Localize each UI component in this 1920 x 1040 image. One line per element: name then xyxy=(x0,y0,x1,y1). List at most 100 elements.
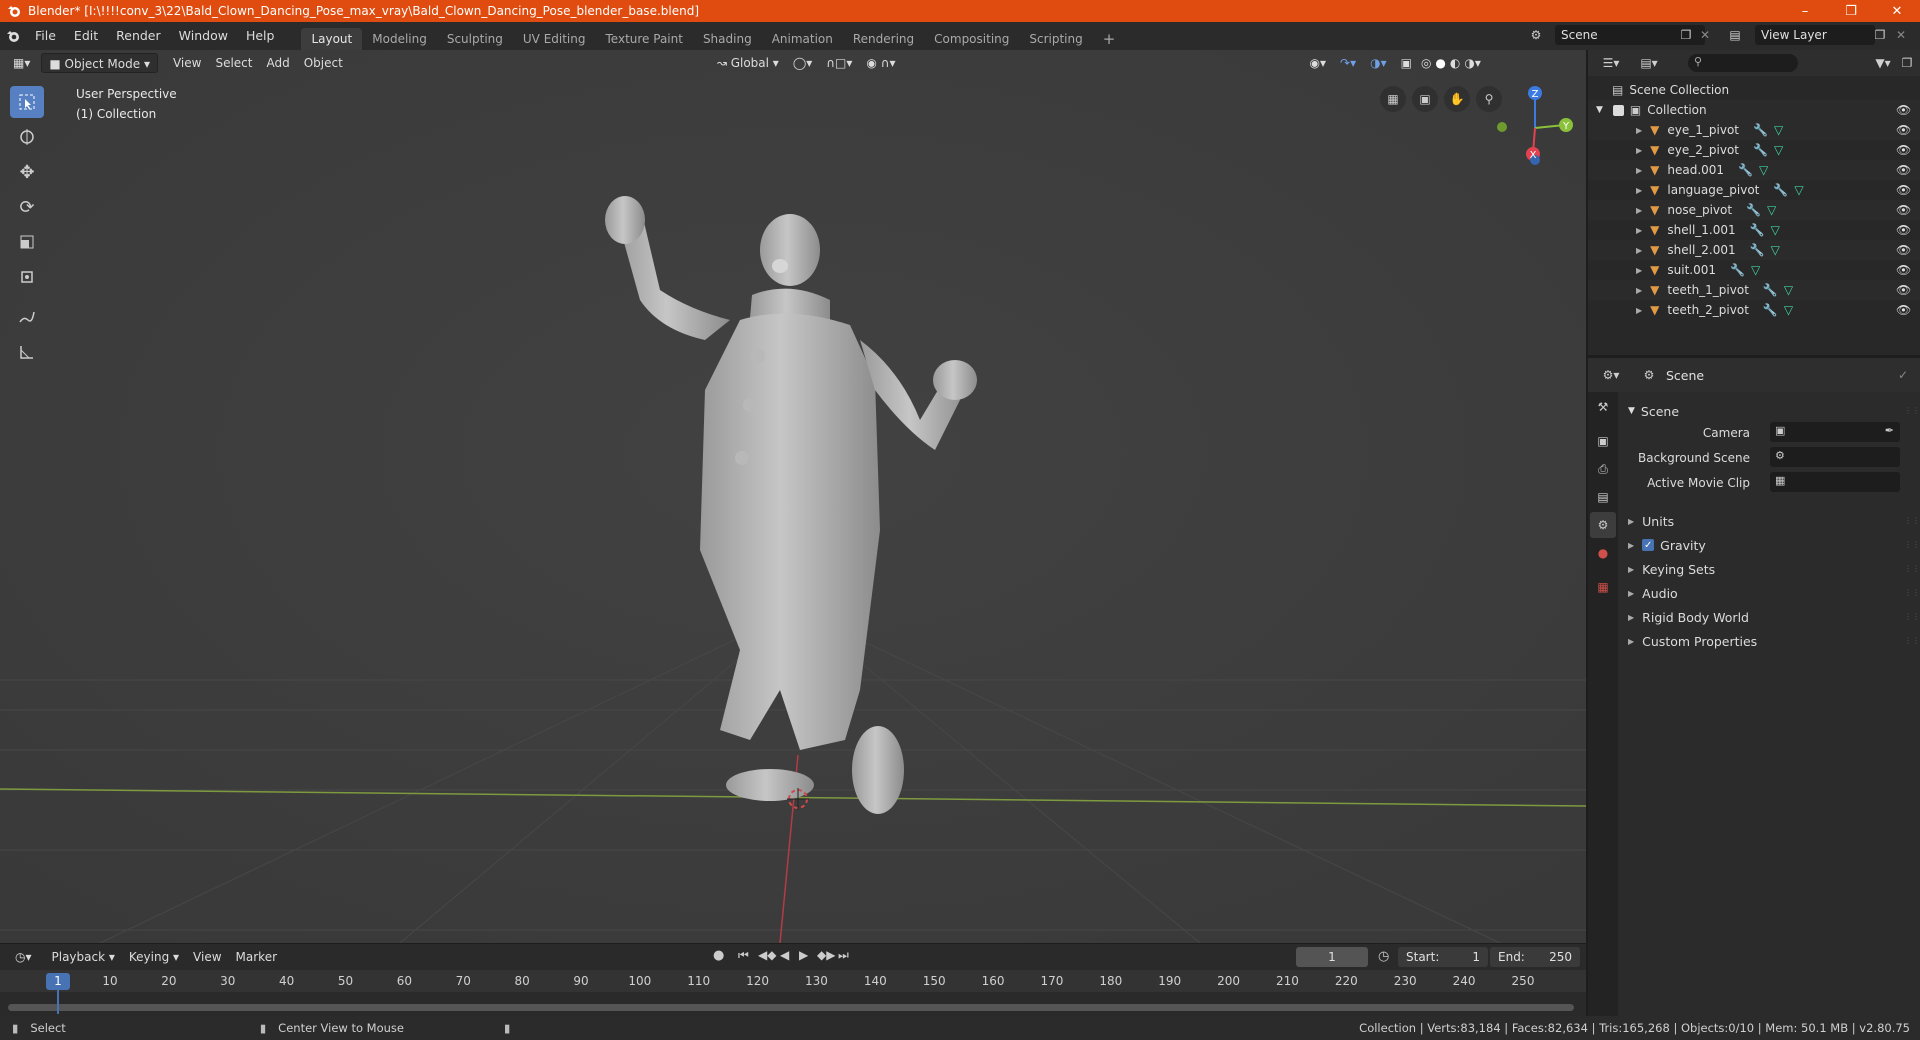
expand-arrow-icon[interactable]: ▶ xyxy=(1636,246,1642,255)
rotate-icon[interactable]: ⟳ xyxy=(10,191,44,223)
tab-output-icon[interactable]: ⎙ xyxy=(1590,456,1616,482)
play-reverse-icon[interactable]: ◀ xyxy=(780,948,789,962)
scene-icon[interactable]: ⚙ xyxy=(1527,26,1545,44)
snap-icon[interactable]: ∩□▾ xyxy=(819,53,859,73)
new-view-layer-icon[interactable]: ❐ xyxy=(1871,26,1889,44)
end-frame-field[interactable]: End: 250 xyxy=(1490,947,1580,967)
pan-hand-icon[interactable]: ✋ xyxy=(1444,86,1470,112)
toggle-grid-icon[interactable]: ▦ xyxy=(1380,86,1406,112)
modifier-wrench-icon[interactable]: 🔧 xyxy=(1773,183,1788,197)
outliner-search-input[interactable]: ⚲ xyxy=(1688,54,1798,72)
expand-arrow-icon[interactable]: ▼ xyxy=(1596,105,1603,115)
transform-icon[interactable] xyxy=(10,261,44,293)
outliner-collection[interactable]: ▼ ▣ Collection 👁 xyxy=(1588,100,1920,120)
outliner-object-row[interactable]: ▶ ▼ teeth_2_pivot 🔧 ▽ 👁 xyxy=(1588,300,1920,320)
new-collection-icon[interactable]: ❐ xyxy=(1898,54,1916,72)
outliner-object-row[interactable]: ▶ ▼ head.001 🔧 ▽ 👁 xyxy=(1588,160,1920,180)
scene-panel-header[interactable]: ▼ Scene xyxy=(1628,400,1679,422)
xray-icon[interactable]: ▣ xyxy=(1394,53,1419,73)
panel-rigid-body-world[interactable]: ▶ Rigid Body World xyxy=(1628,606,1749,628)
active-movie-clip-field[interactable]: ▦ xyxy=(1770,472,1900,492)
tab-layout[interactable]: Layout xyxy=(301,28,363,50)
outliner-editor[interactable]: ☰▾ ▤▾ ⚲ ▼▾ ❐ ▤ Scene Collection ▼ ▣ Collecti… xyxy=(1588,50,1920,355)
zoom-icon[interactable]: ⚲ xyxy=(1476,86,1502,112)
shading-rendered-icon[interactable]: ◑▾ xyxy=(1462,53,1483,73)
editor-type-icon[interactable]: ▦▾ xyxy=(6,53,37,73)
tab-animation[interactable]: Animation xyxy=(762,28,843,50)
mesh-data-icon[interactable]: ▽ xyxy=(1794,183,1803,197)
record-icon[interactable]: ● xyxy=(713,948,724,963)
outliner-object-row[interactable]: ▶ ▼ teeth_1_pivot 🔧 ▽ 👁 xyxy=(1588,280,1920,300)
visibility-eye-icon[interactable]: 👁 xyxy=(1896,243,1911,257)
panel-units[interactable]: ▶ Units xyxy=(1628,510,1674,532)
outliner-object-row[interactable]: ▶ ▼ language_pivot 🔧 ▽ 👁 xyxy=(1588,180,1920,200)
delete-scene-icon[interactable]: ✕ xyxy=(1696,26,1714,44)
camera-field[interactable]: ▣ ✒ xyxy=(1770,422,1900,442)
visibility-eye-icon[interactable]: 👁 xyxy=(1896,143,1911,157)
move-icon[interactable]: ✥ xyxy=(10,156,44,188)
menu-window[interactable]: Window xyxy=(170,22,237,50)
outliner-object-row[interactable]: ▶ ▼ eye_1_pivot 🔧 ▽ 👁 xyxy=(1588,120,1920,140)
mesh-data-icon[interactable]: ▽ xyxy=(1784,303,1793,317)
modifier-wrench-icon[interactable]: 🔧 xyxy=(1763,283,1778,297)
start-frame-field[interactable]: Start: 1 xyxy=(1398,947,1488,967)
drag-handle-icon[interactable]: ⋮⋮ xyxy=(1904,612,1920,621)
expand-arrow-icon[interactable]: ▶ xyxy=(1636,146,1642,155)
mesh-data-icon[interactable]: ▽ xyxy=(1767,203,1776,217)
outliner-object-row[interactable]: ▶ ▼ suit.001 🔧 ▽ 👁 xyxy=(1588,260,1920,280)
mesh-data-icon[interactable]: ▽ xyxy=(1751,263,1760,277)
drag-handle-icon[interactable]: ⋮⋮ xyxy=(1904,564,1920,573)
outliner-editor-type-icon[interactable]: ☰▾ xyxy=(1602,54,1620,72)
timeline-ruler[interactable]: 1102030405060708090100110120130140150160… xyxy=(0,970,1586,992)
pivot-icon[interactable]: ◯▾ xyxy=(786,53,819,73)
mesh-data-icon[interactable]: ▽ xyxy=(1771,243,1780,257)
drag-handle-icon[interactable]: ⋮⋮ xyxy=(1904,516,1920,525)
menu-file[interactable]: File xyxy=(26,22,65,50)
drag-handle-icon[interactable]: ⋮⋮ xyxy=(1904,588,1920,597)
tab-world-icon[interactable]: ● xyxy=(1590,540,1616,566)
jump-end-icon[interactable]: ⏭ xyxy=(838,948,849,963)
new-scene-icon[interactable]: ❐ xyxy=(1677,26,1695,44)
expand-arrow-icon[interactable]: ▶ xyxy=(1636,126,1642,135)
visibility-eye-icon[interactable]: 👁 xyxy=(1896,123,1911,137)
visibility-eye-icon[interactable]: 👁 xyxy=(1896,283,1911,297)
tab-rendering[interactable]: Rendering xyxy=(843,28,924,50)
drag-handle-icon[interactable]: ⋮⋮ xyxy=(1904,636,1920,645)
outliner-scene-collection[interactable]: ▤ Scene Collection xyxy=(1588,80,1920,100)
scale-icon[interactable] xyxy=(10,226,44,258)
filter-icon[interactable]: ▼▾ xyxy=(1874,54,1892,72)
expand-arrow-icon[interactable]: ▶ xyxy=(1636,186,1642,195)
visibility-eye-icon[interactable]: 👁 xyxy=(1896,223,1911,237)
menu-marker[interactable]: Marker xyxy=(229,947,284,967)
modifier-wrench-icon[interactable]: 🔧 xyxy=(1753,123,1768,137)
tab-compositing[interactable]: Compositing xyxy=(924,28,1019,50)
panel-gravity[interactable]: ▶ ✓ Gravity xyxy=(1628,534,1706,556)
delete-view-layer-icon[interactable]: ✕ xyxy=(1892,26,1910,44)
timeline-scrollbar[interactable] xyxy=(8,1004,1574,1011)
modifier-wrench-icon[interactable]: 🔧 xyxy=(1753,143,1768,157)
shading-solid-icon[interactable]: ● xyxy=(1433,53,1447,73)
drag-handle-icon[interactable]: ⋮⋮ xyxy=(1904,540,1920,549)
expand-arrow-icon[interactable]: ▶ xyxy=(1636,226,1642,235)
mesh-data-icon[interactable]: ▽ xyxy=(1771,223,1780,237)
tab-view-layer-icon[interactable]: ▤ xyxy=(1590,484,1616,510)
visibility-eye-icon[interactable]: 👁 xyxy=(1896,183,1911,197)
tab-uv-editing[interactable]: UV Editing xyxy=(513,28,596,50)
view-layer-selector[interactable]: View Layer xyxy=(1755,25,1875,45)
mode-dropdown[interactable]: ■ Object Mode ▾ xyxy=(41,53,158,73)
eyedropper-icon[interactable]: ✒ xyxy=(1885,424,1894,437)
tab-texture-icon[interactable]: ▦ xyxy=(1590,574,1616,600)
close-icon[interactable]: ✕ xyxy=(1874,0,1920,22)
menu-timeline-view[interactable]: View xyxy=(186,947,228,967)
expand-arrow-icon[interactable]: ▶ xyxy=(1636,266,1642,275)
panel-custom-properties[interactable]: ▶ Custom Properties xyxy=(1628,630,1757,652)
jump-start-icon[interactable]: ⏮ xyxy=(738,948,749,963)
collection-checkbox[interactable] xyxy=(1612,104,1624,116)
measure-icon[interactable] xyxy=(10,336,44,368)
outliner-object-row[interactable]: ▶ ▼ nose_pivot 🔧 ▽ 👁 xyxy=(1588,200,1920,220)
tab-scene-icon[interactable]: ⚙ xyxy=(1590,512,1616,538)
visibility-icon[interactable]: ◉▾ xyxy=(1303,53,1334,73)
properties-editor-type-icon[interactable]: ⚙▾ xyxy=(1602,366,1620,384)
expand-arrow-icon[interactable]: ▶ xyxy=(1636,166,1642,175)
menu-object[interactable]: Object xyxy=(297,53,350,73)
